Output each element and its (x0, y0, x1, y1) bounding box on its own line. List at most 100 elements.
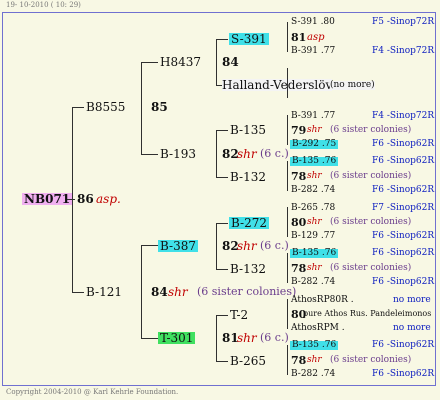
queen-Halland-id[interactable]: Halland-Vederslöv (222, 79, 333, 91)
queen-B387-id[interactable]: B-387 (158, 240, 198, 252)
sire-id[interactable]: B8555 (86, 101, 125, 113)
g4-top-source: F6 -Sinop62R (372, 340, 435, 350)
root-queen-number: 86 (77, 192, 94, 206)
queen-T301-breed: shr (237, 331, 257, 345)
connector-line (216, 223, 217, 269)
g4-number: 79 (291, 124, 307, 137)
g4-top-id[interactable]: B-135 .76 (290, 249, 339, 258)
g4-breed: shr (307, 355, 322, 365)
copyright-text: Copyright 2004-2010 @ Karl Kehrle Founda… (6, 388, 179, 396)
g4-top-source: no more (393, 295, 431, 305)
g4-bottom-id[interactable]: AthosRPM . (291, 324, 345, 333)
g4-top-id[interactable]: B-135 .76 (290, 341, 339, 350)
connector-line (216, 177, 228, 178)
g4-top-id[interactable]: B-135 .76 (290, 157, 339, 166)
connector-line (287, 161, 288, 191)
g4-bottom-source: F6 -Sinop62R (372, 139, 435, 149)
g4-bottom-id[interactable]: B-282 .74 (291, 186, 335, 195)
g4-top-id[interactable]: B-391 .77 (291, 112, 335, 121)
g4-bottom-source: F4 -Sinop72R (372, 46, 435, 56)
connector-line (287, 22, 288, 52)
g4-top-id[interactable]: B-265 .78 (291, 204, 335, 213)
date-stamp: 19- 10-2010 ( 10: 29) (6, 1, 81, 9)
g4-number: 78 (291, 262, 307, 275)
connector-line (141, 245, 142, 338)
sire-number: 85 (151, 100, 168, 114)
connector-line (216, 39, 228, 40)
g4-bottom-source: F6 -Sinop62R (372, 231, 435, 241)
g4-number: 81 (291, 31, 307, 44)
g4-top-source: F6 -Sinop62R (372, 156, 435, 166)
g4-top-source: F5 -Sinop72R (372, 17, 435, 27)
queen-T301-id[interactable]: T-301 (158, 332, 196, 344)
pedigree-canvas: { "header": { "date": "19- 10-2010 ( 10:… (0, 0, 440, 400)
dam-number: 84 (151, 285, 168, 299)
connector-line (72, 107, 73, 293)
queen-B387-breed: shr (237, 239, 257, 253)
g4-top-source: F4 -Sinop72R (372, 111, 435, 121)
queen-T301-note: (6 c.) (260, 331, 289, 344)
g4-bottom-source: F6 -Sinop62R (372, 277, 435, 287)
queen-T2-id[interactable]: T-2 (230, 309, 248, 321)
connector-line (287, 253, 288, 283)
g4-breed: shr (307, 217, 322, 227)
g4-bottom-source: no more (393, 323, 431, 333)
g4-number: 78 (291, 354, 307, 367)
root-queen-id[interactable]: NB071 (22, 193, 73, 205)
connector-line (287, 68, 288, 98)
g4-top-source: F6 -Sinop62R (372, 248, 435, 258)
dam-note: (6 sister colonies) (197, 285, 297, 298)
g4-note: (6 sister colonies) (330, 355, 412, 365)
g4-bottom-source: F6 -Sinop62R (372, 185, 435, 195)
connector-line (141, 338, 158, 339)
queen-B193-note: (6 c.) (260, 147, 289, 160)
g4-breed: shr (307, 171, 322, 181)
g4-top-source: F7 -Sinop62R (372, 203, 435, 213)
g4-number: 78 (291, 170, 307, 183)
g4-note: pure Athos Rus. Pandeleimonos (303, 309, 432, 318)
g4-note: (6 sister colonies) (330, 263, 412, 273)
connector-line (216, 39, 217, 85)
dam-id[interactable]: B-121 (86, 286, 122, 298)
connector-line (287, 207, 288, 237)
g4-bottom-id[interactable]: B-282 .74 (291, 370, 335, 379)
g4-bottom-id[interactable]: B-129 .77 (291, 232, 335, 241)
g4-top-id[interactable]: S-391 .80 (291, 18, 335, 27)
connector-line (216, 269, 228, 270)
g4-top-id[interactable]: AthosRP80R . (291, 296, 354, 305)
connector-line (287, 345, 288, 375)
root-queen-breed: asp. (96, 192, 121, 206)
queen-B265-id[interactable]: B-265 (230, 355, 266, 367)
connector-line (216, 130, 228, 131)
connector-line (67, 199, 75, 200)
queen-B193-id[interactable]: B-193 (160, 148, 196, 160)
g4-breed: asp (307, 32, 325, 43)
queen-B135-id[interactable]: B-135 (230, 124, 266, 136)
dam-breed: shr (168, 285, 188, 299)
g4-bottom-id[interactable]: B-391 .77 (291, 47, 335, 56)
queen-B132-id[interactable]: B-132 (230, 171, 266, 183)
connector-line (287, 299, 288, 329)
queen-S391-id[interactable]: S-391 (229, 33, 269, 45)
queen-B387-note: (6 c.) (260, 239, 289, 252)
g4-number: 80 (291, 216, 307, 229)
g4-note: (6 sister colonies) (330, 171, 412, 181)
connector-line (216, 315, 217, 361)
queen-H8437-id[interactable]: H8437 (160, 56, 201, 68)
connector-line (216, 315, 228, 316)
connector-line (216, 130, 217, 177)
connector-line (72, 107, 84, 108)
g4-breed: shr (307, 263, 322, 273)
queen-B132-id[interactable]: B-132 (230, 263, 266, 275)
queen-B272-id[interactable]: B-272 (229, 217, 269, 229)
g4-bottom-source: F6 -Sinop62R (372, 369, 435, 379)
queen-B193-breed: shr (237, 147, 257, 161)
connector-line (287, 115, 288, 145)
queen-H8437-number: 84 (222, 55, 239, 69)
connector-line (141, 62, 142, 154)
g4-note: (6 sister colonies) (330, 125, 412, 135)
g4-note: (6 sister colonies) (330, 217, 412, 227)
g4-bottom-id[interactable]: B-292 .75 (290, 140, 339, 149)
g4-breed: shr (307, 125, 322, 135)
g4-bottom-id[interactable]: B-282 .74 (291, 278, 335, 287)
